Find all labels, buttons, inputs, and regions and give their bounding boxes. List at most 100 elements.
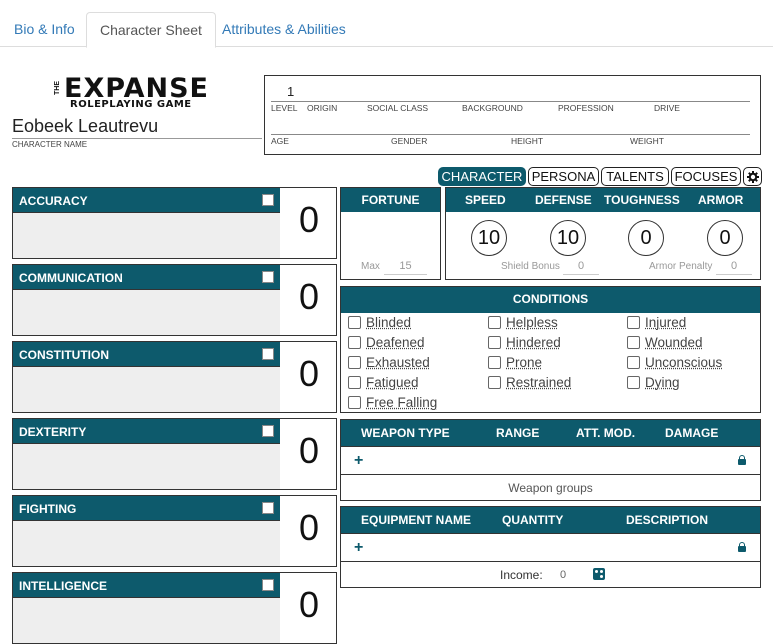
condition-checkbox[interactable] <box>488 336 501 349</box>
condition-checkbox[interactable] <box>348 396 361 409</box>
level-field[interactable]: 1 <box>287 84 294 99</box>
condition-checkbox[interactable] <box>627 336 640 349</box>
ability-focus-area[interactable] <box>12 521 281 567</box>
ability-focus-area[interactable] <box>12 367 281 413</box>
defense-label: DEFENSE <box>535 193 592 207</box>
character-name-field[interactable]: Eobeek Leautrevu <box>12 116 158 137</box>
condition-wounded[interactable]: Wounded <box>627 335 703 350</box>
income-row: Income: 0 <box>341 561 760 587</box>
ability-name: DEXTERITY <box>19 425 86 439</box>
ability-constitution: CONSTITUTION 0 <box>12 341 337 413</box>
condition-checkbox[interactable] <box>348 316 361 329</box>
equipment-header: EQUIPMENT NAME QUANTITY DESCRIPTION <box>341 507 760 533</box>
ability-checkbox[interactable] <box>262 348 274 360</box>
ability-score[interactable]: 0 <box>281 199 337 241</box>
condition-injured[interactable]: Injured <box>627 315 686 330</box>
condition-prone[interactable]: Prone <box>488 355 542 370</box>
ability-name: INTELLIGENCE <box>19 579 107 593</box>
tab-character-sheet[interactable]: Character Sheet <box>86 12 216 48</box>
condition-checkbox[interactable] <box>348 356 361 369</box>
origin-label: ORIGIN <box>307 103 337 113</box>
condition-checkbox[interactable] <box>488 316 501 329</box>
tab-attributes-abilities[interactable]: Attributes & Abilities <box>209 12 359 47</box>
ability-focus-area[interactable] <box>12 290 281 336</box>
toughness-value[interactable]: 0 <box>628 220 664 256</box>
toughness-label: TOUGHNESS <box>604 193 680 207</box>
nav-focuses-button[interactable]: FOCUSES <box>671 167 741 186</box>
condition-dying[interactable]: Dying <box>627 375 680 390</box>
armor-penalty-field[interactable]: 0 <box>716 260 752 275</box>
ability-header: COMMUNICATION <box>12 264 281 290</box>
ability-focus-area[interactable] <box>12 444 281 490</box>
logo-the: THE <box>54 81 61 95</box>
ability-focus-area[interactable] <box>12 213 281 259</box>
condition-blinded[interactable]: Blinded <box>348 315 411 330</box>
fortune-title: FORTUNE <box>341 188 440 212</box>
ability-checkbox[interactable] <box>262 425 274 437</box>
gear-icon <box>747 171 759 183</box>
armor-value[interactable]: 0 <box>707 220 743 256</box>
weapon-groups-row[interactable]: Weapon groups <box>341 474 760 500</box>
ability-score[interactable]: 0 <box>281 507 337 549</box>
condition-checkbox[interactable] <box>627 376 640 389</box>
add-weapon-button[interactable]: + <box>354 452 363 470</box>
weapon-type-header: WEAPON TYPE <box>361 426 450 440</box>
att-mod-header: ATT. MOD. <box>576 426 635 440</box>
condition-checkbox[interactable] <box>348 376 361 389</box>
condition-exhausted[interactable]: Exhausted <box>348 355 430 370</box>
condition-checkbox[interactable] <box>627 356 640 369</box>
lock-icon[interactable] <box>738 455 746 465</box>
drive-label: DRIVE <box>654 103 680 113</box>
ability-intelligence: INTELLIGENCE 0 <box>12 572 337 644</box>
condition-restrained[interactable]: Restrained <box>488 375 571 390</box>
equipment-panel: EQUIPMENT NAME QUANTITY DESCRIPTION + In… <box>340 506 761 588</box>
ability-checkbox[interactable] <box>262 194 274 206</box>
condition-free-falling[interactable]: Free Falling <box>348 395 437 410</box>
armor-label: ARMOR <box>698 193 743 207</box>
range-header: RANGE <box>496 426 539 440</box>
bio-divider <box>271 101 750 102</box>
ability-name: FIGHTING <box>19 502 76 516</box>
ability-checkbox[interactable] <box>262 502 274 514</box>
ability-checkbox[interactable] <box>262 579 274 591</box>
fortune-panel: FORTUNE Max 15 <box>340 187 441 280</box>
condition-checkbox[interactable] <box>488 376 501 389</box>
stats-header: SPEED DEFENSE TOUGHNESS ARMOR <box>446 188 760 212</box>
income-value[interactable]: 0 <box>560 569 566 581</box>
condition-deafened[interactable]: Deafened <box>348 335 425 350</box>
ability-score[interactable]: 0 <box>281 584 337 626</box>
ability-score[interactable]: 0 <box>281 276 337 318</box>
gender-label: GENDER <box>391 136 427 146</box>
fortune-max-field[interactable]: 15 <box>384 260 427 275</box>
background-label: BACKGROUND <box>462 103 523 113</box>
condition-checkbox[interactable] <box>348 336 361 349</box>
add-equipment-button[interactable]: + <box>354 539 363 557</box>
defense-value[interactable]: 10 <box>550 220 586 256</box>
lock-icon[interactable] <box>738 542 746 552</box>
ability-name: CONSTITUTION <box>19 348 109 362</box>
shield-bonus-field[interactable]: 0 <box>563 260 599 275</box>
nav-character-button[interactable]: CHARACTER <box>438 167 526 186</box>
ability-header: FIGHTING <box>12 495 281 521</box>
ability-name: COMMUNICATION <box>19 271 123 285</box>
condition-checkbox[interactable] <box>627 316 640 329</box>
settings-button[interactable] <box>743 167 762 186</box>
dice-icon[interactable] <box>593 568 605 580</box>
conditions-panel: CONDITIONS Blinded Helpless Injured Deaf… <box>340 286 761 413</box>
condition-checkbox[interactable] <box>488 356 501 369</box>
ability-accuracy: ACCURACY 0 <box>12 187 337 259</box>
condition-unconscious[interactable]: Unconscious <box>627 355 722 370</box>
condition-helpless[interactable]: Helpless <box>488 315 558 330</box>
ability-score[interactable]: 0 <box>281 430 337 472</box>
ability-focus-area[interactable] <box>12 598 281 644</box>
ability-checkbox[interactable] <box>262 271 274 283</box>
equipment-add-row: + <box>341 533 760 561</box>
condition-fatigued[interactable]: Fatigued <box>348 375 419 390</box>
condition-hindered[interactable]: Hindered <box>488 335 561 350</box>
tab-bar: Bio & Info Character Sheet Attributes & … <box>0 12 773 47</box>
nav-talents-button[interactable]: TALENTS <box>601 167 669 186</box>
ability-score[interactable]: 0 <box>281 353 337 395</box>
speed-value[interactable]: 10 <box>471 220 507 256</box>
nav-persona-button[interactable]: PERSONA <box>528 167 599 186</box>
tab-bio-info[interactable]: Bio & Info <box>1 12 88 47</box>
